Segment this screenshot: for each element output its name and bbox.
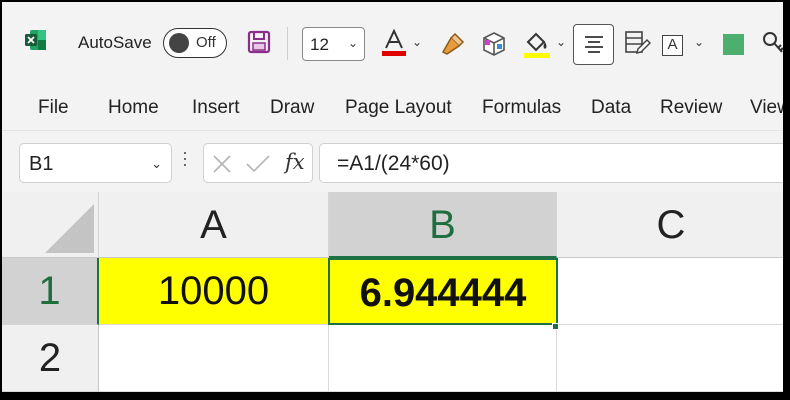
autosave-toggle[interactable]: Off <box>163 28 227 58</box>
font-size-select[interactable]: 12 ⌄ <box>302 27 365 61</box>
align-center-icon <box>585 36 603 53</box>
row-header-2[interactable]: 2 <box>2 325 99 392</box>
tab-draw[interactable]: Draw <box>270 97 314 119</box>
excel-window: AutoSave Off 12 ⌄ ⌄ ⌄ A ⌄ File Home Inse… <box>2 2 783 392</box>
row-header-1[interactable]: 1 <box>2 258 99 325</box>
chevron-down-icon[interactable]: ⌄ <box>151 156 162 172</box>
column-header-b[interactable]: B <box>329 192 557 258</box>
select-all-triangle-icon <box>45 204 94 253</box>
tab-formulas[interactable]: Formulas <box>482 97 561 119</box>
cell-b2[interactable] <box>329 325 557 392</box>
tab-home[interactable]: Home <box>108 97 159 119</box>
cell-a1[interactable]: 10000 <box>99 258 329 325</box>
formula-text: =A1/(24*60) <box>337 152 450 175</box>
font-color-icon[interactable] <box>381 28 407 58</box>
toggle-knob <box>169 33 189 53</box>
chevron-down-icon[interactable]: ⌄ <box>694 35 704 49</box>
name-box-value: B1 <box>29 153 54 175</box>
tab-review[interactable]: Review <box>660 97 722 119</box>
name-box[interactable]: B1 ⌄ <box>19 143 172 183</box>
select-all-button[interactable] <box>2 192 99 258</box>
ribbon-tabs: File Home Insert Draw Page Layout Formul… <box>2 82 783 130</box>
formula-input[interactable]: =A1/(24*60) <box>319 143 783 183</box>
fill-color-icon[interactable] <box>522 28 552 60</box>
format-painter-icon[interactable] <box>439 30 467 58</box>
color-swatch-icon[interactable] <box>723 34 744 55</box>
tab-data[interactable]: Data <box>591 97 631 119</box>
fill-handle[interactable] <box>552 323 559 330</box>
chevron-down-icon[interactable]: ⌄ <box>556 35 566 49</box>
worksheet-grid: A B C 1 2 10000 6.944444 <box>2 192 783 392</box>
cell-c1[interactable] <box>558 258 783 325</box>
excel-logo-icon <box>25 30 46 50</box>
quick-access-toolbar: AutoSave Off 12 ⌄ ⌄ ⌄ A ⌄ <box>2 2 783 82</box>
cell-c2[interactable] <box>557 325 783 392</box>
save-icon[interactable] <box>246 29 272 55</box>
insert-function-icon[interactable]: fx <box>285 150 305 174</box>
format-as-table-icon[interactable] <box>623 29 651 57</box>
textbox-icon[interactable]: A <box>662 35 683 56</box>
chevron-down-icon: ⌄ <box>347 36 358 50</box>
tab-insert[interactable]: Insert <box>192 97 240 119</box>
more-options-icon[interactable]: · · · <box>182 143 188 173</box>
autosave-label: AutoSave <box>78 33 152 52</box>
font-size-value: 12 <box>310 35 329 54</box>
3d-object-icon[interactable] <box>480 30 508 58</box>
formula-bar: B1 ⌄ · · · fx =A1/(24*60) <box>2 130 783 193</box>
formula-controls: fx <box>203 143 313 183</box>
toolbar-separator <box>287 27 288 60</box>
autosave-state: Off <box>196 34 216 51</box>
cell-b1[interactable]: 6.944444 <box>328 258 558 325</box>
tab-page-layout[interactable]: Page Layout <box>345 97 452 119</box>
column-header-a[interactable]: A <box>99 192 329 258</box>
chevron-down-icon[interactable]: ⌄ <box>412 35 422 49</box>
enter-check-icon[interactable] <box>245 153 271 175</box>
cancel-icon[interactable] <box>211 153 233 175</box>
align-center-button[interactable] <box>573 24 614 65</box>
cell-a2[interactable] <box>99 325 329 392</box>
key-icon[interactable] <box>762 30 783 56</box>
tab-file[interactable]: File <box>38 97 69 119</box>
tab-view[interactable]: View <box>750 97 783 119</box>
column-header-c[interactable]: C <box>557 192 783 258</box>
